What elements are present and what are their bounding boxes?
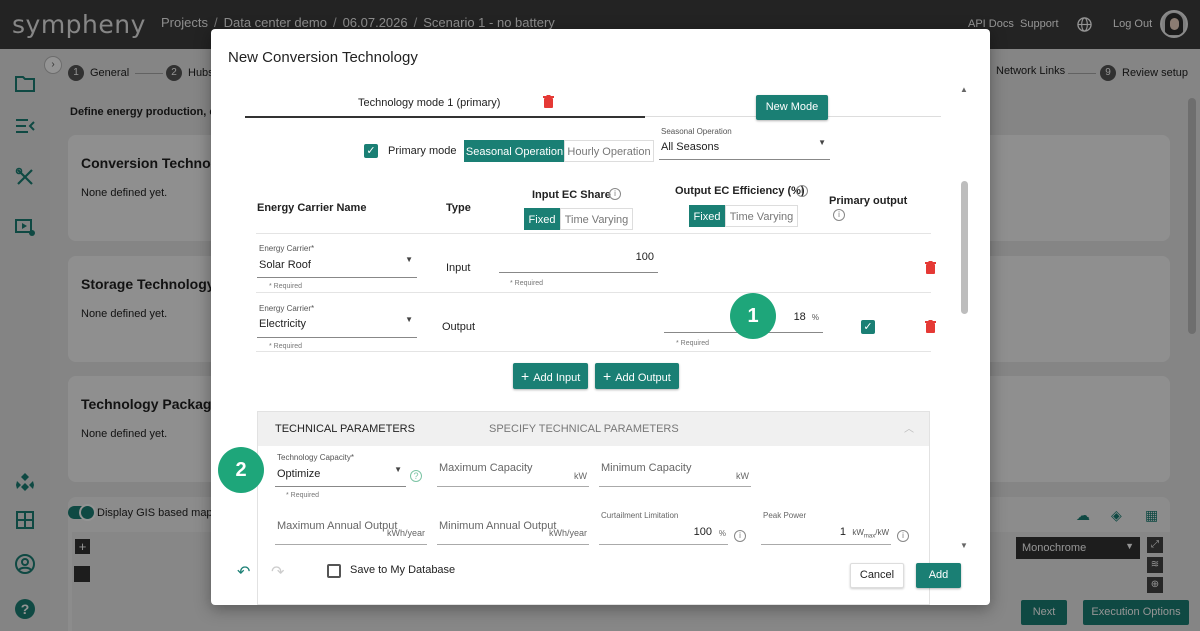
field-label: Energy Carrier*: [259, 244, 315, 253]
col-energy-carrier: Energy Carrier Name: [257, 202, 367, 214]
undo-icon[interactable]: ↶: [237, 562, 250, 582]
col-output-ec-efficiency: Output EC Efficiency (%): [675, 185, 805, 197]
row-divider: [256, 292, 931, 293]
button-label: Add Output: [615, 372, 671, 384]
maximum-annual-output-field[interactable]: Maximum Annual Output kWh/year: [275, 514, 427, 545]
required-hint: * Required: [676, 340, 710, 347]
row-divider: [256, 351, 931, 352]
annotation-badge-1: 1: [730, 293, 776, 339]
energy-carrier-select-input[interactable]: Energy Carrier* Solar Roof ▼: [257, 244, 417, 278]
redo-icon[interactable]: ↷: [271, 562, 284, 582]
field-unit: %: [811, 313, 819, 322]
field-label: Curtailment Limitation: [601, 511, 679, 520]
scroll-down-icon[interactable]: ▼: [960, 541, 968, 550]
chevron-down-icon: ▼: [405, 255, 413, 264]
panel-title: TECHNICAL PARAMETERS: [275, 423, 415, 435]
field-placeholder: Minimum Capacity: [601, 462, 692, 474]
trash-icon[interactable]: [925, 261, 936, 277]
field-unit: kWh/year: [386, 528, 425, 538]
field-label: Seasonal Operation: [661, 127, 732, 136]
add-input-button[interactable]: + Add Input: [513, 363, 589, 389]
field-label: Technology Capacity*: [277, 453, 354, 462]
required-hint: * Required: [269, 343, 303, 350]
col-input-ec-share: Input EC Share: [532, 189, 611, 201]
field-value: Optimize: [277, 468, 321, 480]
seasonal-operation-select[interactable]: Seasonal Operation All Seasons ▼: [659, 127, 830, 160]
field-unit: %: [718, 529, 726, 538]
dialog-scrollbar[interactable]: [961, 181, 968, 314]
field-value: Solar Roof: [259, 259, 311, 271]
row-type: Input: [446, 262, 471, 274]
primary-output-checkbox[interactable]: ✓: [861, 320, 875, 334]
field-placeholder: Maximum Annual Output: [277, 520, 398, 532]
info-icon[interactable]: i: [796, 185, 808, 197]
add-button[interactable]: Add: [916, 563, 961, 588]
trash-icon[interactable]: [543, 95, 554, 111]
col-primary-output: Primary output: [829, 195, 908, 207]
field-unit: kW: [574, 471, 587, 481]
field-value: 100: [635, 251, 654, 263]
info-icon[interactable]: i: [609, 188, 621, 200]
save-to-database-label: Save to My Database: [350, 564, 456, 576]
info-icon[interactable]: i: [734, 530, 746, 542]
minimum-capacity-field[interactable]: Minimum Capacity kW: [599, 456, 751, 487]
annotation-badge-2: 2: [218, 447, 264, 493]
field-value: 1: [839, 526, 846, 538]
add-output-button[interactable]: + Add Output: [595, 363, 679, 389]
cancel-button[interactable]: Cancel: [850, 563, 904, 588]
field-unit: kW: [736, 471, 749, 481]
input-share-field[interactable]: 100: [499, 251, 658, 273]
output-fixed-toggle[interactable]: Fixed: [689, 205, 725, 227]
new-mode-button[interactable]: New Mode: [756, 95, 828, 120]
tab-label: Technology mode 1 (primary): [358, 97, 501, 109]
field-value: 18: [793, 311, 806, 323]
primary-mode-label: Primary mode: [388, 145, 457, 157]
field-value: 100: [693, 526, 712, 538]
row-divider: [256, 233, 931, 234]
dialog-title: New Conversion Technology: [228, 49, 418, 66]
field-label: Energy Carrier*: [259, 304, 315, 313]
field-placeholder: Maximum Capacity: [439, 462, 533, 474]
scroll-up-icon[interactable]: ▲: [960, 85, 968, 94]
input-fixed-toggle[interactable]: Fixed: [524, 208, 560, 230]
plus-icon: +: [603, 368, 612, 384]
energy-carrier-select-output[interactable]: Energy Carrier* Electricity ▼: [257, 304, 417, 338]
technology-capacity-select[interactable]: Technology Capacity* Optimize ▼: [275, 453, 406, 487]
button-label: Add Input: [533, 372, 581, 384]
trash-icon[interactable]: [925, 320, 936, 336]
field-unit: kWh/year: [548, 528, 587, 538]
panel-subtitle: SPECIFY TECHNICAL PARAMETERS: [489, 423, 679, 435]
info-icon[interactable]: i: [897, 530, 909, 542]
output-time-varying-toggle[interactable]: Time Varying: [725, 205, 798, 227]
plus-icon: +: [521, 368, 530, 384]
maximum-capacity-field[interactable]: Maximum Capacity kW: [437, 456, 589, 487]
row-type: Output: [442, 321, 476, 333]
primary-mode-checkbox[interactable]: ✓: [364, 144, 378, 158]
required-hint: * Required: [286, 492, 320, 499]
chevron-down-icon: ▼: [394, 465, 402, 474]
field-value: All Seasons: [661, 141, 720, 153]
chevron-up-icon: ︿: [904, 424, 914, 435]
seasonal-operation-toggle[interactable]: Seasonal Operation: [464, 140, 565, 162]
curtailment-limitation-field[interactable]: Curtailment Limitation 100 %: [599, 511, 728, 545]
field-value: Electricity: [259, 318, 307, 330]
field-unit: kWmax/kW: [852, 528, 889, 540]
peak-power-field[interactable]: Peak Power 1 kWmax/kW: [761, 511, 891, 545]
tab-technology-mode-1[interactable]: Technology mode 1 (primary): [245, 91, 645, 118]
required-hint: * Required: [269, 283, 303, 290]
chevron-down-icon: ▼: [818, 138, 826, 147]
hourly-operation-toggle[interactable]: Hourly Operation: [564, 140, 654, 162]
col-type: Type: [446, 202, 471, 214]
technical-parameters-header[interactable]: TECHNICAL PARAMETERS SPECIFY TECHNICAL P…: [258, 412, 929, 446]
save-to-database-checkbox[interactable]: [327, 564, 341, 578]
required-hint: * Required: [510, 280, 544, 287]
new-conversion-technology-dialog: New Conversion Technology ▲ ▼ Technology…: [211, 29, 990, 605]
input-time-varying-toggle[interactable]: Time Varying: [560, 208, 633, 230]
info-icon[interactable]: i: [833, 209, 845, 221]
help-icon[interactable]: ?: [410, 470, 422, 482]
minimum-annual-output-field[interactable]: Minimum Annual Output kWh/year: [437, 514, 589, 545]
field-label: Peak Power: [763, 511, 807, 520]
field-placeholder: Minimum Annual Output: [439, 520, 557, 532]
chevron-down-icon: ▼: [405, 315, 413, 324]
